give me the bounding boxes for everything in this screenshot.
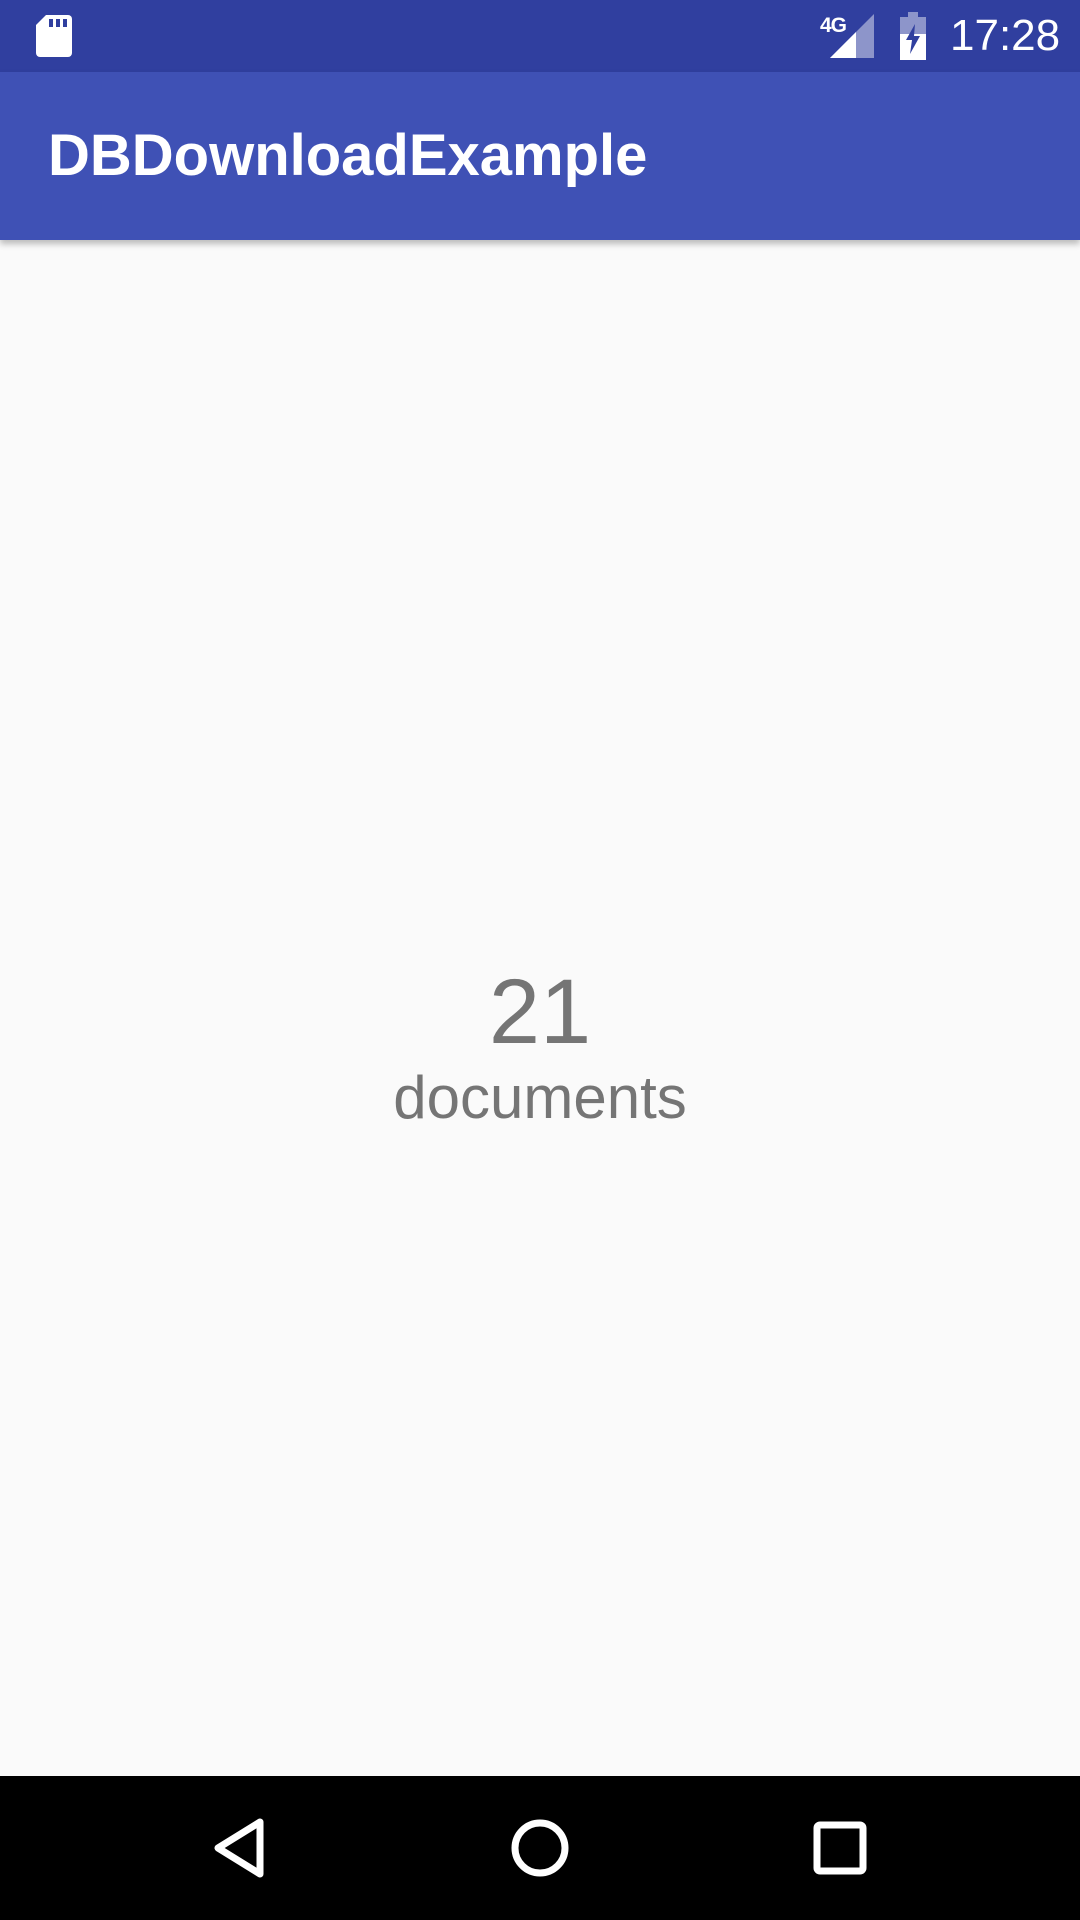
main-content: 21 documents bbox=[0, 240, 1080, 1776]
document-count-block: 21 documents bbox=[0, 960, 1080, 1136]
back-button[interactable] bbox=[190, 1798, 290, 1898]
app-screen: 4G 17:28 DBDownloadExample 21 documents bbox=[0, 0, 1080, 1920]
document-count-label: documents bbox=[393, 1064, 687, 1131]
recents-icon bbox=[813, 1821, 867, 1875]
status-bar: 4G 17:28 bbox=[0, 0, 1080, 72]
sd-card-icon bbox=[36, 15, 72, 57]
battery-charging-icon bbox=[900, 12, 926, 60]
back-icon bbox=[214, 1818, 264, 1878]
app-title: DBDownloadExample bbox=[48, 123, 648, 188]
cell-signal-icon bbox=[830, 14, 874, 58]
app-bar: DBDownloadExample bbox=[0, 72, 1080, 240]
document-count: 21 bbox=[488, 961, 592, 1063]
home-button[interactable] bbox=[490, 1798, 590, 1898]
status-clock: 17:28 bbox=[950, 11, 1061, 60]
home-icon bbox=[511, 1819, 569, 1877]
navigation-bar bbox=[0, 1776, 1080, 1920]
recents-button[interactable] bbox=[790, 1798, 890, 1898]
